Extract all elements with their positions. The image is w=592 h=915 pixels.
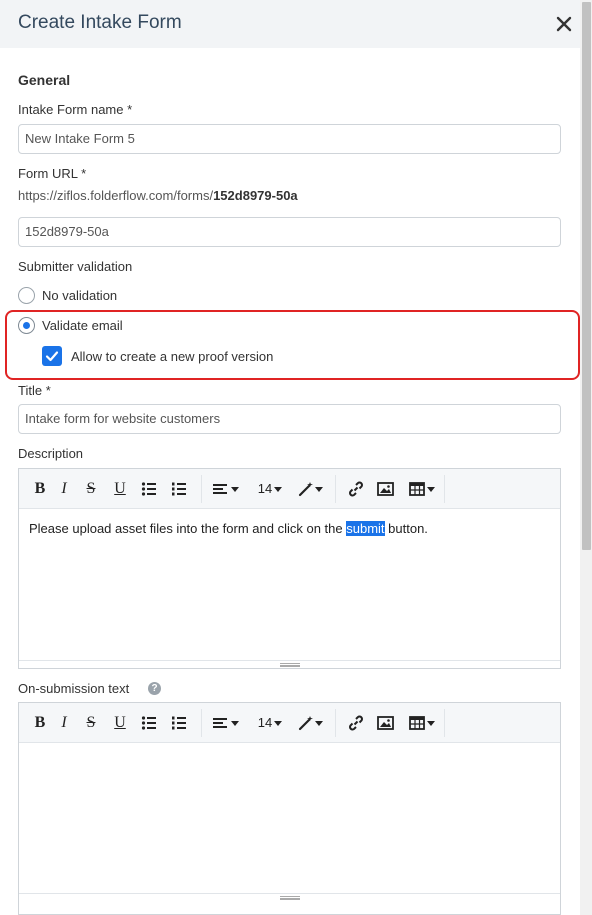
selected-text: submit (346, 521, 385, 536)
align-dropdown[interactable] (212, 480, 242, 498)
scrollbar[interactable] (580, 0, 592, 915)
scrollbar-thumb[interactable] (582, 2, 591, 550)
underline-button[interactable]: U (113, 480, 127, 498)
numbered-list-icon[interactable] (171, 480, 189, 498)
submitter-validation-label: Submitter validation (18, 259, 133, 274)
font-size-dropdown[interactable]: 14 (255, 714, 285, 732)
description-label: Description (18, 446, 84, 461)
dialog-title: Create Intake Form (18, 12, 182, 33)
no-validation-label[interactable]: No validation (42, 288, 117, 303)
toolbar-divider (201, 475, 202, 503)
numbered-list-icon[interactable] (171, 714, 189, 732)
image-icon[interactable] (377, 480, 395, 498)
font-size-dropdown[interactable]: 14 (255, 480, 285, 498)
no-validation-radio[interactable] (18, 287, 35, 304)
toolbar-divider (444, 709, 445, 737)
magic-wand-icon[interactable] (298, 480, 326, 498)
description-toolbar: B I S U 14 (19, 469, 560, 509)
intake-form-name-label: Intake Form name * (18, 102, 133, 117)
dialog-header: Create Intake Form (0, 0, 580, 48)
font-size-value: 14 (257, 715, 273, 730)
editor-resize-handle[interactable] (19, 893, 560, 901)
align-icon (213, 484, 239, 494)
image-icon[interactable] (377, 714, 395, 732)
table-icon (409, 716, 435, 730)
allow-new-proof-version-label[interactable]: Allow to create a new proof version (71, 349, 273, 364)
strikethrough-button[interactable]: S (85, 714, 97, 732)
toolbar-divider (444, 475, 445, 503)
link-icon[interactable] (348, 480, 364, 498)
editor-resize-handle[interactable] (19, 660, 560, 668)
table-icon (409, 482, 435, 496)
grip-icon (280, 663, 300, 667)
italic-button[interactable]: I (58, 714, 70, 732)
table-dropdown[interactable] (409, 714, 437, 732)
title-input[interactable]: Intake form for website customers (18, 404, 561, 434)
toolbar-divider (335, 475, 336, 503)
description-text-before: Please upload asset files into the form … (29, 521, 347, 536)
magic-wand-icon[interactable] (298, 714, 326, 732)
validate-email-label[interactable]: Validate email (42, 318, 123, 333)
on-submission-toolbar: B I S U 14 (19, 703, 560, 743)
form-url-slug: 152d8979-50a (213, 188, 298, 203)
underline-button[interactable]: U (113, 714, 127, 732)
on-submission-editor[interactable]: B I S U 14 (18, 702, 561, 915)
chevron-down-icon (274, 721, 283, 727)
close-icon[interactable] (554, 14, 574, 34)
description-text[interactable]: Please upload asset files into the form … (29, 521, 428, 536)
help-icon[interactable]: ? (148, 682, 161, 695)
bold-button[interactable]: B (33, 714, 47, 732)
grip-icon (280, 896, 300, 900)
title-label: Title * (18, 383, 51, 398)
validate-email-radio[interactable] (18, 317, 35, 334)
toolbar-divider (201, 709, 202, 737)
checkmark-icon (45, 351, 59, 362)
intake-form-name-input[interactable]: New Intake Form 5 (18, 124, 561, 154)
section-title-general: General (18, 72, 71, 88)
description-text-after: button. (384, 521, 428, 536)
font-size-value: 14 (257, 481, 273, 496)
form-url-preview: https://ziflos.folderflow.com/forms/152d… (18, 188, 298, 203)
table-dropdown[interactable] (409, 480, 437, 498)
bold-button[interactable]: B (33, 480, 47, 498)
chevron-down-icon (274, 487, 283, 493)
strikethrough-button[interactable]: S (85, 480, 97, 498)
form-url-slug-input[interactable]: 152d8979-50a (18, 217, 561, 247)
allow-new-proof-version-checkbox[interactable] (42, 346, 62, 366)
form-url-prefix: https://ziflos.folderflow.com/forms/ (18, 188, 214, 203)
on-submission-text-label: On-submission text (18, 681, 130, 696)
bullet-list-icon[interactable] (141, 714, 159, 732)
italic-button[interactable]: I (58, 480, 70, 498)
toolbar-divider (335, 709, 336, 737)
link-icon[interactable] (348, 714, 364, 732)
bullet-list-icon[interactable] (141, 480, 159, 498)
description-editor[interactable]: B I S U 14 Please upload asset files int… (18, 468, 561, 669)
align-dropdown[interactable] (212, 714, 242, 732)
align-icon (213, 718, 239, 728)
form-url-label: Form URL * (18, 166, 87, 181)
